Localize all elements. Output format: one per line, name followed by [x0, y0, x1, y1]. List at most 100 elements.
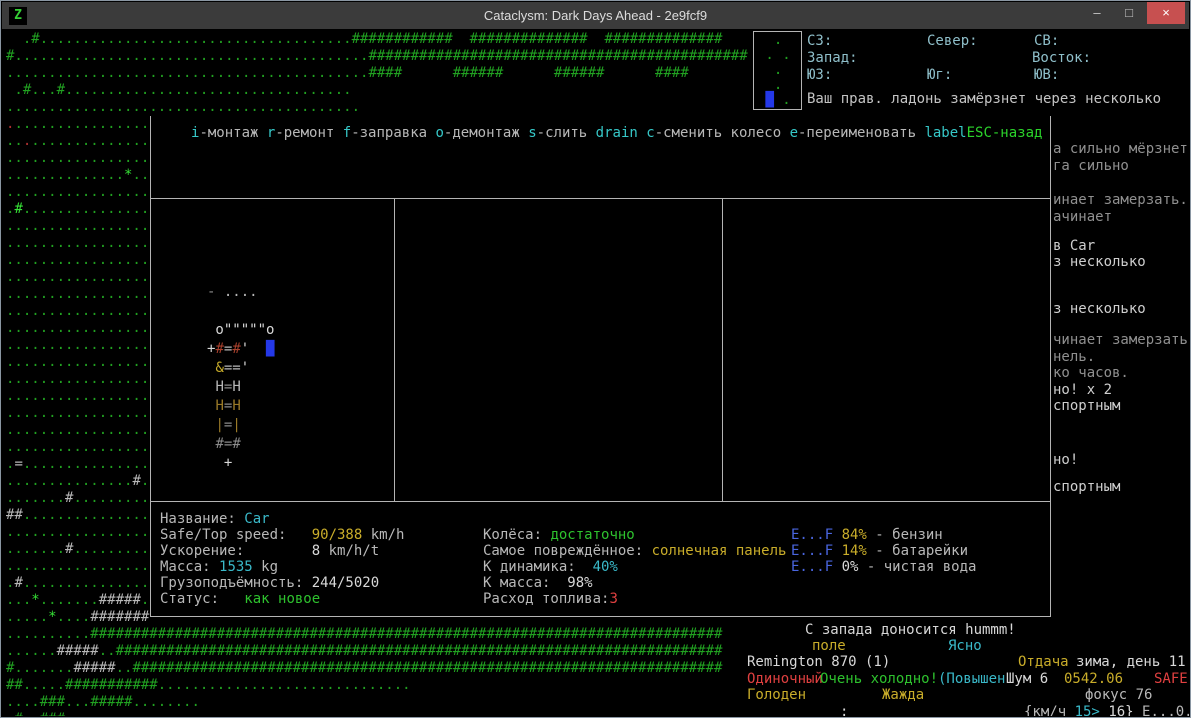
text-row: .......#......... — [6, 541, 150, 557]
message-line: чинает замерзать. — [1053, 332, 1189, 348]
compass-nw: СЗ: — [807, 33, 833, 49]
window-title: Cataclysm: Dark Days Ahead - 2e9fcf9 — [483, 8, 708, 23]
text-row: o"""""o — [207, 322, 275, 338]
text-row: .#...#.................................. — [6, 82, 352, 98]
compass-se: ЮВ: — [1034, 67, 1060, 83]
message-line: в Car — [1053, 238, 1096, 254]
text-row: ................. — [6, 286, 150, 302]
text-row: ...*.......#####. — [6, 592, 150, 608]
text-row: ................. — [6, 558, 150, 574]
text-row: Е...F 84% - бензин — [791, 527, 943, 543]
text-row: ................. — [6, 133, 150, 149]
text-row: ....###...#####........ — [6, 694, 200, 710]
text-row: Е...F 0% - чистая вода — [791, 559, 977, 575]
message-line: но! x 2 — [1053, 382, 1113, 398]
minimize-button[interactable]: – — [1081, 2, 1113, 24]
vehicle-art: - .... o"""""o +#=#' █ &==' H=H H=H |=| #… — [207, 283, 274, 473]
compass-sw: ЮЗ: — [807, 67, 833, 83]
status-recoil: Отдача — [1018, 654, 1069, 670]
text-row: .=............... — [6, 456, 150, 472]
text-row: Колёса: достаточно — [483, 527, 635, 543]
text-row: .......#......... — [6, 490, 150, 506]
status-weapon: Remington 870 (1) — [747, 654, 891, 670]
stats-col-fuel: Е...F 84% - бензин Е...F 14% - батарейки Е… — [791, 527, 976, 575]
text-row: . — [757, 32, 800, 48]
message-line: ачинает — [1053, 209, 1113, 225]
text-row: +#=#' █ — [207, 341, 275, 357]
text-row: ................. — [6, 303, 150, 319]
text-row — [207, 302, 274, 321]
message-line: нель. — [1053, 349, 1096, 365]
text-row: . — [757, 62, 800, 78]
text-row: . . — [757, 47, 800, 63]
vehicle-menu-commands[interactable]: i-монтаж r-ремонт f-заправка o-демонтаж … — [191, 125, 967, 142]
text-row: ...............#. — [6, 473, 150, 489]
text-row: . — [757, 77, 800, 93]
message-line: га сильно — [1053, 158, 1129, 174]
status-temperature: Очень холодно! — [820, 671, 939, 687]
compass-n: Север: — [927, 33, 978, 49]
text-row: ................. — [6, 150, 150, 166]
status-noise: Шум 6 — [1006, 671, 1049, 687]
status-location: поле — [812, 638, 846, 654]
text-row: К масса: 98% — [483, 575, 593, 591]
message-line: спортным — [1053, 398, 1121, 414]
text-row: {км/ч 15> 16} Е...0. — [1024, 704, 1189, 716]
text-row: ................. — [6, 269, 150, 285]
text-row: #=# — [215, 436, 241, 452]
close-button[interactable]: × — [1147, 2, 1185, 24]
text-row: ................. — [6, 524, 150, 540]
text-row: ................. — [6, 422, 150, 438]
status-date: зима, день 11 — [1076, 654, 1186, 670]
text-row: i-монтаж r-ремонт f-заправка o-демонтаж … — [191, 125, 967, 141]
text-row: H=H — [215, 379, 241, 395]
map-top: .#.....................................#… — [6, 31, 748, 116]
compass-w: Запад: — [807, 50, 858, 66]
text-row: ................. — [6, 116, 150, 132]
text-row: .....*....####### — [6, 609, 150, 625]
text-row: H=H — [215, 398, 241, 414]
message-line: ко часов. — [1053, 365, 1129, 381]
text-row: К динамика: 40% — [483, 559, 618, 575]
compass-s: Юг: — [927, 67, 953, 83]
message-line: а сильно мёрзнет. — [1053, 141, 1189, 157]
esc-back-label[interactable]: ESC-назад — [967, 125, 1043, 142]
map-bottom: ..........##############################… — [6, 626, 722, 716]
compass-e: Восток: — [1032, 50, 1092, 66]
vehicle-menu-bar: i-монтаж r-ремонт f-заправка o-демонтаж … — [150, 116, 1051, 198]
text-row: Расход топлива:3 — [483, 591, 618, 607]
text-row: ................. — [6, 388, 150, 404]
parts-list-panel — [394, 198, 723, 502]
text-row: ................. — [6, 371, 150, 387]
status-fire-mode: Одиночный — [747, 671, 823, 687]
window-titlebar[interactable]: Z Cataclysm: Dark Days Ahead - 2e9fcf9 –… — [2, 2, 1189, 29]
text-row: Самое повреждённое: солнечная панель — [483, 543, 787, 559]
text-row: Safe/Top speed: 90/388 km/h — [160, 527, 405, 543]
text-row: ##............... — [6, 507, 150, 523]
overmap-minimap: . . . . . █ . — [753, 31, 802, 110]
text-row: ........................................… — [6, 65, 689, 81]
text-row: Е...F 14% - батарейки — [791, 543, 969, 559]
text-row: Ускорение: 8 km/h/t — [160, 543, 380, 559]
text-row: .#..### — [6, 711, 722, 716]
message-line: з несколько — [1053, 254, 1146, 270]
status-ambient-message: С запада доносится hummm! — [805, 622, 1016, 638]
text-row: ..............*.. — [6, 167, 150, 183]
text-row: .#............... — [6, 201, 150, 217]
text-row: Грузоподъёмность: 244/5020 — [160, 575, 380, 591]
text-row: ................. — [6, 184, 150, 200]
text-row: #.......#####..#########################… — [6, 660, 723, 676]
text-row: ................. — [6, 405, 150, 421]
text-row: ................. — [6, 252, 150, 268]
status-hunger: Голоден — [747, 687, 807, 703]
text-row: Статус: как новое — [160, 591, 321, 607]
maximize-button[interactable]: □ — [1113, 2, 1145, 24]
status-weather: Ясно — [948, 638, 982, 654]
text-row: ........................................… — [6, 99, 361, 115]
status-focus: фокус 76 — [1085, 687, 1153, 703]
text-row: ..........##############################… — [6, 626, 723, 642]
status-thirst: Жажда — [882, 687, 925, 703]
text-row: |=| — [215, 417, 241, 433]
vehicle-view-panel: - .... o"""""o +#=#' █ &==' H=H H=H |=| #… — [150, 198, 395, 502]
text-row: Масса: 1535 kg — [160, 559, 279, 575]
